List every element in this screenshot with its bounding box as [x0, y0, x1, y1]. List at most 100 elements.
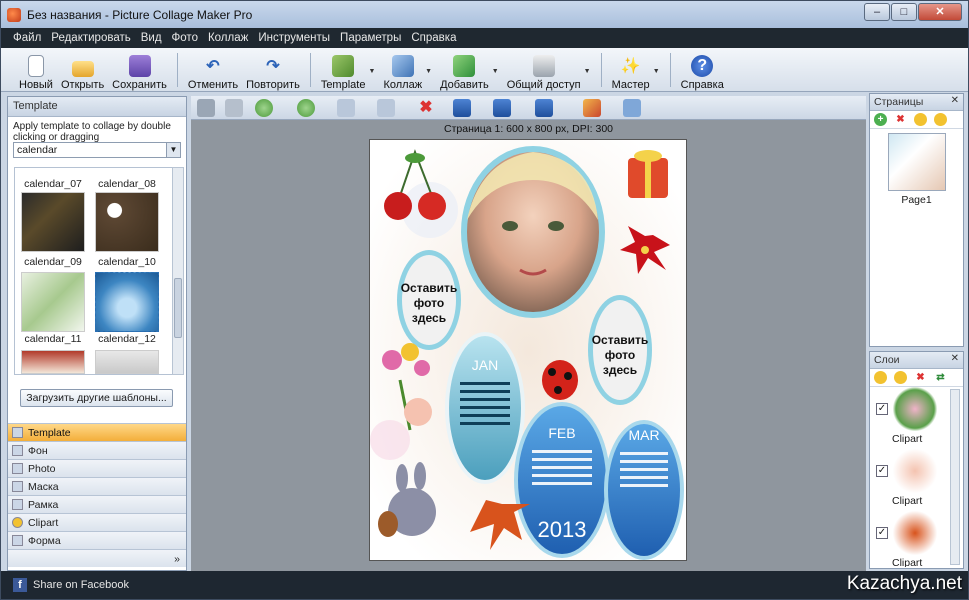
share-on-facebook-link[interactable]: Share on Facebook [33, 579, 129, 591]
tab-background-label: Фон [28, 444, 48, 457]
add-page-icon[interactable]: + [874, 113, 887, 126]
delete-icon[interactable]: ✖ [417, 99, 435, 117]
maximize-button[interactable]: □ [891, 3, 917, 21]
scrollbar-thumb[interactable] [174, 278, 182, 338]
bring-forward-icon[interactable] [255, 99, 273, 117]
move-up-icon[interactable] [914, 113, 927, 126]
template-thumbnail[interactable] [95, 192, 159, 252]
floppy-disk-icon [128, 55, 151, 77]
template-panel: Template Apply template to collage by do… [7, 96, 187, 571]
open-button[interactable]: Открыть [57, 49, 108, 91]
layer-thumbnail[interactable] [892, 511, 938, 555]
layers-scrollbar[interactable] [950, 389, 960, 565]
background-icon [12, 445, 23, 456]
person-icon[interactable] [197, 99, 215, 117]
close-button[interactable]: ✕ [918, 3, 962, 21]
template-category-select[interactable]: calendar ▼ [13, 142, 181, 158]
save-label: Сохранить [112, 79, 167, 91]
layer-down-icon[interactable] [894, 371, 907, 384]
new-document-icon [27, 55, 44, 77]
send-backward-icon[interactable] [297, 99, 315, 117]
tab-template-label: Template [28, 426, 71, 439]
move-down-icon[interactable] [934, 113, 947, 126]
delete-page-icon[interactable]: ✖ [894, 113, 907, 126]
save-button[interactable]: Сохранить [108, 49, 171, 91]
tabs-more-button[interactable]: » [8, 549, 186, 567]
layer-visibility-checkbox[interactable]: ✓ [876, 527, 888, 539]
template-label[interactable]: calendar_12 [91, 333, 163, 345]
collage-page[interactable]: Оставить фото здесь Оставить фото здесь … [369, 139, 687, 561]
template-thumbnail[interactable] [21, 350, 85, 374]
menu-options[interactable]: Параметры [340, 32, 401, 44]
add-button[interactable]: Добавить ▼ [436, 49, 499, 91]
redo-button[interactable]: ↷ Повторить [242, 49, 304, 91]
layer-up-icon[interactable] [874, 371, 887, 384]
layer-visibility-checkbox[interactable]: ✓ [876, 465, 888, 477]
align-left-icon[interactable] [493, 99, 511, 117]
menu-file[interactable]: Файл [13, 32, 41, 44]
ladybug-clipart[interactable] [542, 360, 578, 400]
tab-background[interactable]: Фон [8, 441, 186, 459]
calendar-mar[interactable] [608, 424, 680, 556]
effects-icon[interactable] [583, 99, 601, 117]
layer-label: Clipart [892, 557, 923, 567]
tab-frame[interactable]: Рамка [8, 495, 186, 513]
menu-tools[interactable]: Инструменты [258, 32, 330, 44]
menu-bar: Файл Редактировать Вид Фото Коллаж Инстр… [1, 28, 968, 48]
pages-panel: Страницы ✕ + ✖ Page1 [869, 93, 964, 347]
menu-photo[interactable]: Фото [172, 32, 198, 44]
template-label[interactable]: calendar_10 [91, 256, 163, 268]
menu-edit[interactable]: Редактировать [51, 32, 130, 44]
tab-clipart[interactable]: Clipart [8, 513, 186, 531]
close-icon[interactable]: ✕ [951, 353, 959, 364]
add-label: Добавить [440, 79, 489, 91]
template-thumbnail[interactable] [95, 350, 159, 374]
share-button[interactable]: Общий доступ ▼ [503, 49, 591, 91]
new-button[interactable]: Новый [15, 49, 57, 91]
rotate-right-icon[interactable] [337, 99, 355, 117]
tab-template[interactable]: Template [8, 423, 186, 441]
template-thumbnail[interactable] [95, 272, 159, 332]
template-label[interactable]: calendar_08 [91, 178, 163, 190]
menu-view[interactable]: Вид [141, 32, 162, 44]
template-button[interactable]: Template ▼ [317, 49, 375, 91]
template-thumbnail[interactable] [21, 272, 85, 332]
load-more-templates-button[interactable]: Загрузить другие шаблоны... [20, 389, 173, 407]
tab-shape-label: Форма [28, 534, 61, 547]
month-mar: MAR [628, 427, 659, 443]
crop-icon[interactable] [225, 99, 243, 117]
template-list-scrollbar[interactable] [172, 167, 184, 375]
template-thumbnail[interactable] [21, 192, 85, 252]
layer-thumbnail[interactable] [892, 387, 938, 431]
tab-photo[interactable]: Photo [8, 459, 186, 477]
align-center-icon[interactable] [453, 99, 471, 117]
layer-thumbnail[interactable] [892, 449, 938, 493]
swap-layers-icon[interactable]: ⇄ [934, 371, 947, 384]
menu-collage[interactable]: Коллаж [208, 32, 248, 44]
layers-panel-header: Слои ✕ [870, 352, 963, 369]
menu-help[interactable]: Справка [411, 32, 456, 44]
template-label[interactable]: calendar_09 [17, 256, 89, 268]
distribute-icon[interactable] [535, 99, 553, 117]
undo-arrow-icon: ↶ [206, 58, 220, 75]
layer-visibility-checkbox[interactable]: ✓ [876, 403, 888, 415]
page-thumbnail[interactable] [887, 133, 946, 191]
tab-clipart-label: Clipart [28, 516, 59, 529]
template-label[interactable]: calendar_07 [17, 178, 89, 190]
wizard-button[interactable]: ✨ Мастер ▼ [608, 49, 660, 91]
frame-icon [12, 499, 23, 510]
tab-shape[interactable]: Форма [8, 531, 186, 549]
export-icon[interactable] [623, 99, 641, 117]
tab-mask[interactable]: Маска [8, 477, 186, 495]
template-label[interactable]: calendar_11 [17, 333, 89, 345]
chevron-down-icon[interactable]: ▼ [166, 143, 180, 157]
clipart-icon [12, 517, 23, 528]
delete-layer-icon[interactable]: ✖ [914, 371, 927, 384]
minimize-button[interactable]: – [864, 3, 890, 21]
help-button[interactable]: ? Справка [677, 49, 728, 91]
collage-button[interactable]: Коллаж ▼ [379, 49, 432, 91]
rotate-left-icon[interactable] [377, 99, 395, 117]
undo-button[interactable]: ↶ Отменить [184, 49, 242, 91]
close-icon[interactable]: ✕ [951, 95, 959, 106]
facebook-icon[interactable]: f [13, 578, 27, 592]
